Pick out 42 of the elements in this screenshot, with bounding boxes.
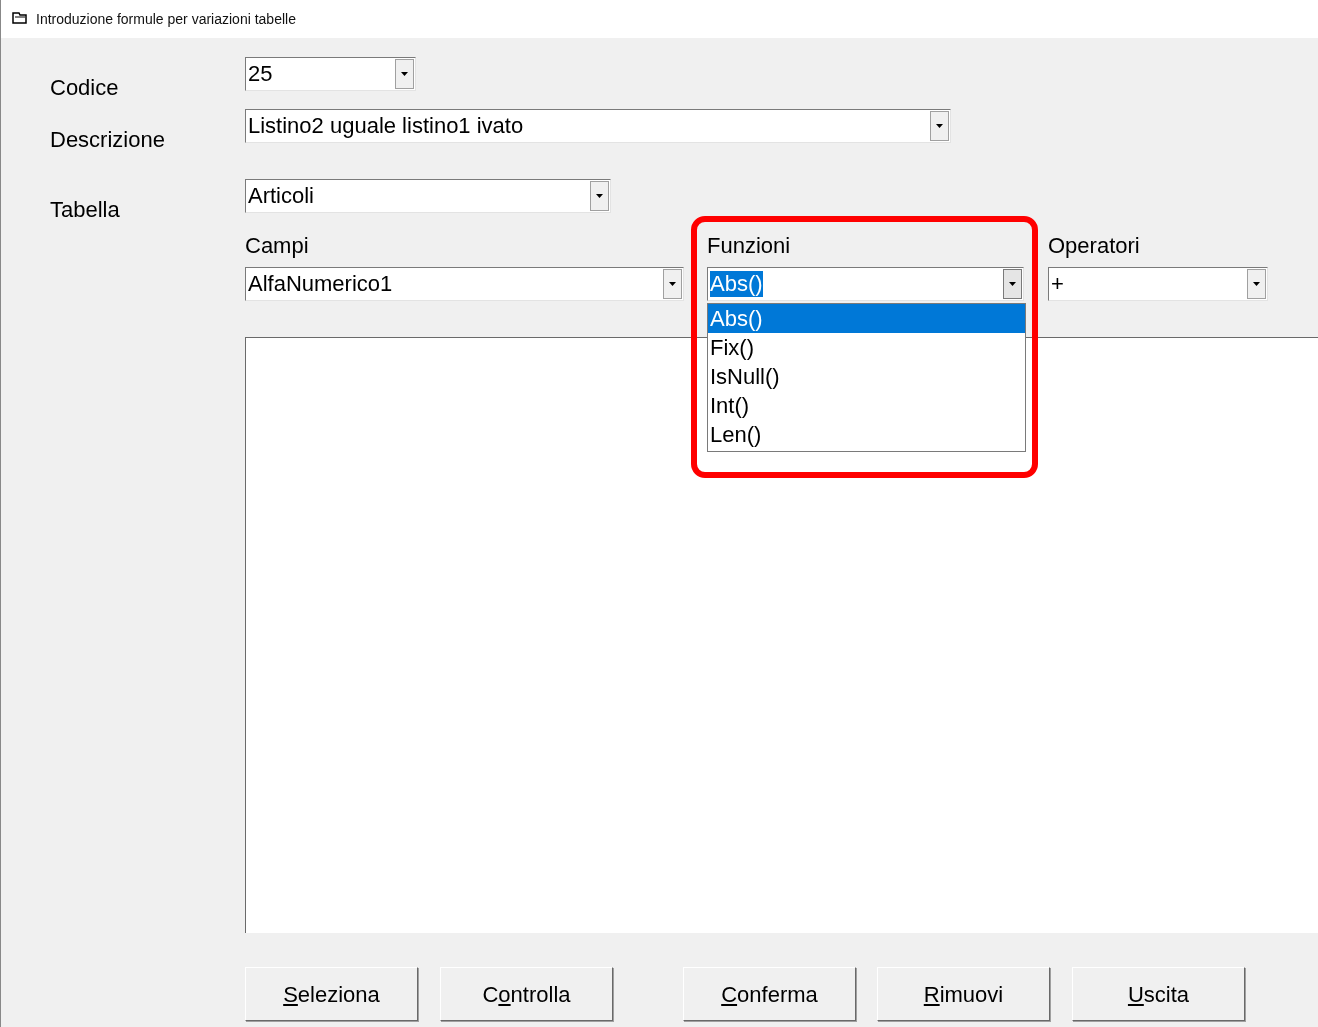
combo-value: 25 (248, 61, 273, 87)
combo-value: AlfaNumerico1 (248, 271, 393, 297)
field-label: Tabella (50, 197, 120, 223)
window-title: Introduzione formule per variazioni tabelle (36, 9, 296, 29)
caret-icon (669, 282, 676, 286)
combo-box[interactable]: AlfaNumerico1 (245, 267, 684, 301)
combo-value: Abs() (710, 271, 763, 297)
caret-icon (936, 124, 943, 128)
picker-label: Campi (245, 233, 310, 259)
action-button[interactable]: Controlla (440, 967, 613, 1021)
combo-box[interactable]: Articoli (245, 179, 611, 213)
dropdown-button[interactable] (1003, 269, 1022, 299)
window-icon (12, 12, 28, 26)
action-button[interactable]: Rimuovi (877, 967, 1050, 1021)
action-button[interactable]: Uscita (1072, 967, 1245, 1021)
combo-box[interactable]: + (1048, 267, 1268, 301)
dropdown-option[interactable]: IsNull() (708, 362, 1025, 391)
dropdown-option[interactable]: Len() (708, 420, 1025, 449)
combo-value: Articoli (248, 183, 314, 209)
picker-label: Operatori (1048, 233, 1141, 259)
combo-value: Listino2 uguale listino1 ivato (248, 113, 524, 139)
action-button[interactable]: Seleziona (245, 967, 418, 1021)
dropdown-button[interactable] (930, 111, 949, 141)
dropdown-button[interactable] (663, 269, 682, 299)
dropdown-option[interactable]: Int() (708, 391, 1025, 420)
dropdown-option[interactable]: Fix() (708, 333, 1025, 362)
caret-icon (1253, 282, 1260, 286)
dropdown-button[interactable] (590, 181, 609, 211)
combo-box[interactable]: Abs() (707, 267, 1024, 301)
dropdown-option[interactable]: Abs() (708, 304, 1025, 333)
combo-box[interactable]: 25 (245, 57, 416, 91)
dropdown-button[interactable] (395, 59, 414, 89)
caret-icon (401, 72, 408, 76)
combo-value: + (1051, 271, 1064, 297)
field-label: Descrizione (50, 127, 165, 153)
caret-icon (596, 194, 603, 198)
action-button[interactable]: Conferma (683, 967, 856, 1021)
field-label: Codice (50, 75, 119, 101)
picker-label: Funzioni (707, 233, 792, 259)
dropdown-button[interactable] (1247, 269, 1266, 299)
caret-icon (1009, 282, 1016, 286)
combo-box[interactable]: Listino2 uguale listino1 ivato (245, 109, 951, 143)
